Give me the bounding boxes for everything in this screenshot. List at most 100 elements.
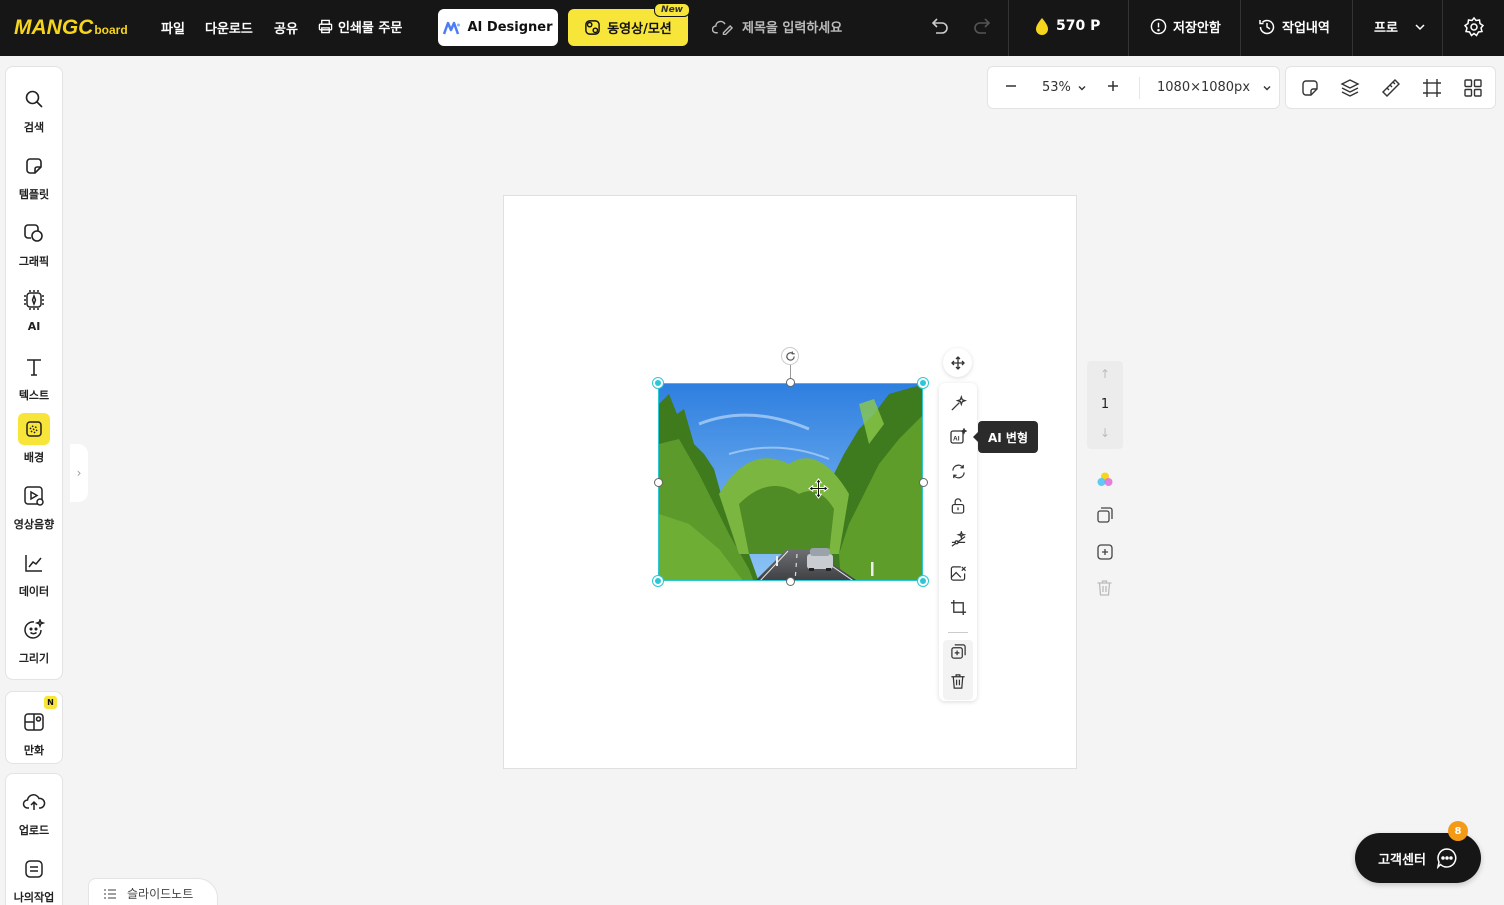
sidebar-item-media[interactable]: 영상음향 [6, 480, 62, 532]
sidebar-item-text[interactable]: 텍스트 [6, 351, 62, 403]
color-palette-icon[interactable] [1096, 471, 1114, 489]
view-tools-bar [1285, 66, 1496, 109]
resize-handle-bottom-left[interactable] [653, 576, 663, 586]
page-up-button[interactable]: ↑ [1087, 367, 1123, 381]
sidebar-item-data[interactable]: 데이터 [6, 547, 62, 599]
zoom-out-button[interactable] [1005, 80, 1017, 92]
sidebar-item-label: 템플릿 [18, 188, 50, 201]
divider [1128, 0, 1129, 56]
sidebar-bottom-group: 업로드 나의작업 [5, 773, 63, 905]
sidebar-collapse-handle[interactable]: › [70, 444, 88, 502]
canvas-size-dropdown[interactable]: 1080×1080px [1157, 80, 1272, 95]
remove-background-button[interactable] [948, 563, 968, 583]
page-number: 1 [1100, 397, 1110, 412]
fit-frame-icon[interactable] [1422, 78, 1442, 98]
magic-wand-icon [950, 394, 967, 411]
sidebar-item-search[interactable]: 검색 [6, 83, 62, 135]
video-motion-button[interactable]: 동영상/모션 New [568, 3, 690, 46]
zoom-bar: 53% 1080×1080px [987, 66, 1280, 109]
resize-handle-bottom-right[interactable] [918, 576, 928, 586]
menu-share[interactable]: 공유 [274, 18, 298, 37]
slide-note-tab[interactable]: 슬라이드노트 [88, 878, 218, 905]
resize-handle-right[interactable] [919, 478, 928, 487]
page-down-button[interactable]: ↓ [1087, 426, 1123, 440]
ruler-icon[interactable] [1381, 78, 1401, 98]
sidebar-item-draw[interactable]: 그리기 [6, 614, 62, 666]
sidebar-item-graphic[interactable]: 그래픽 [6, 217, 62, 269]
image-adjust-button[interactable] [948, 529, 968, 549]
gear-icon[interactable] [1463, 16, 1485, 38]
lock-button[interactable] [948, 495, 968, 515]
redo-icon[interactable] [972, 16, 994, 38]
adjust-sparkle-icon [951, 530, 966, 547]
chevron-right-icon: › [76, 466, 82, 480]
ai-image-icon: AI [950, 428, 967, 444]
grid-view-icon[interactable] [1463, 78, 1483, 98]
copy-page-icon[interactable] [1096, 506, 1114, 524]
customer-center-button[interactable]: 고객센터 [1355, 833, 1481, 883]
divider [948, 632, 968, 633]
history-clock-icon [1259, 19, 1275, 34]
sidebar-item-ai[interactable]: AI [6, 284, 62, 333]
mangoboard-logo[interactable]: MANGC board [14, 16, 128, 40]
ai-transform-button[interactable]: AI [948, 427, 968, 447]
sidebar-main: 검색 템플릿 그래픽 AI 텍스트 배경 영상음향 데이터 그리기 [5, 66, 63, 680]
save-status-button[interactable]: 저장안함 [1150, 17, 1221, 36]
object-toolbar: AI [939, 383, 977, 701]
page-note-icon[interactable] [1300, 78, 1320, 98]
divider [1352, 0, 1353, 56]
zoom-dropdown[interactable]: 53% [1042, 80, 1087, 95]
points-display[interactable]: 570 P [1034, 17, 1100, 35]
delete-page-icon[interactable] [1096, 579, 1113, 597]
printer-icon [318, 19, 333, 34]
undo-icon[interactable] [928, 16, 950, 38]
image-remove-icon [950, 565, 966, 581]
delete-button[interactable] [948, 671, 968, 691]
ai-designer-button[interactable]: AI Designer [438, 9, 558, 46]
print-order-button[interactable]: 인쇄물 주문 [318, 17, 402, 36]
mango-drop-icon [1036, 18, 1048, 35]
sidebar-item-label: 배경 [23, 451, 45, 464]
svg-text:AI: AI [953, 436, 960, 443]
resize-handle-left[interactable] [654, 478, 663, 487]
zoom-in-button[interactable] [1107, 80, 1119, 92]
document-title-input[interactable]: 제목을 입력하세요 [712, 17, 842, 36]
resize-handle-top[interactable] [786, 378, 795, 387]
plan-dropdown[interactable]: 프로 [1374, 17, 1426, 36]
sidebar-item-template[interactable]: 템플릿 [6, 150, 62, 202]
sidebar-item-upload[interactable]: 업로드 [6, 786, 62, 838]
crop-button[interactable] [948, 597, 968, 617]
graphic-icon [24, 224, 43, 242]
chevron-down-icon [1078, 85, 1086, 90]
top-bar: MANGC board 파일 다운로드 공유 인쇄물 주문 AI Designe… [0, 0, 1504, 56]
resize-handle-top-left[interactable] [653, 378, 663, 388]
menu-download[interactable]: 다운로드 [205, 18, 253, 37]
chevron-down-icon [1415, 23, 1425, 30]
rotate-handle[interactable] [781, 347, 799, 365]
magic-effect-button[interactable] [948, 393, 968, 413]
resize-handle-top-right[interactable] [918, 378, 928, 388]
sidebar-item-label: 영상음향 [13, 518, 55, 531]
history-button[interactable]: 작업내역 [1258, 17, 1330, 36]
replace-image-button[interactable] [948, 461, 968, 481]
new-feature-badge: N [44, 696, 57, 709]
move-arrows-icon [950, 355, 965, 370]
background-icon [26, 421, 42, 437]
zoom-value: 53% [1042, 80, 1071, 95]
menu-file[interactable]: 파일 [161, 18, 185, 37]
sidebar-item-background[interactable]: 배경 [6, 413, 62, 465]
sidebar-item-comic[interactable]: 만화 [6, 706, 62, 758]
plan-label: 프로 [1374, 21, 1398, 36]
sidebar-item-my-work[interactable]: 나의작업 [6, 853, 62, 905]
duplicate-button[interactable] [948, 641, 968, 661]
history-label: 작업내역 [1282, 21, 1330, 36]
swap-icon [951, 464, 965, 478]
resize-handle-bottom[interactable] [786, 577, 795, 586]
comic-icon [24, 713, 44, 731]
sidebar-item-label: 데이터 [18, 585, 50, 598]
layers-icon[interactable] [1340, 78, 1360, 98]
unlock-icon [951, 497, 965, 514]
add-page-icon[interactable] [1096, 543, 1114, 561]
object-move-handle[interactable] [943, 348, 972, 377]
selected-image-forest-road[interactable] [658, 383, 923, 581]
